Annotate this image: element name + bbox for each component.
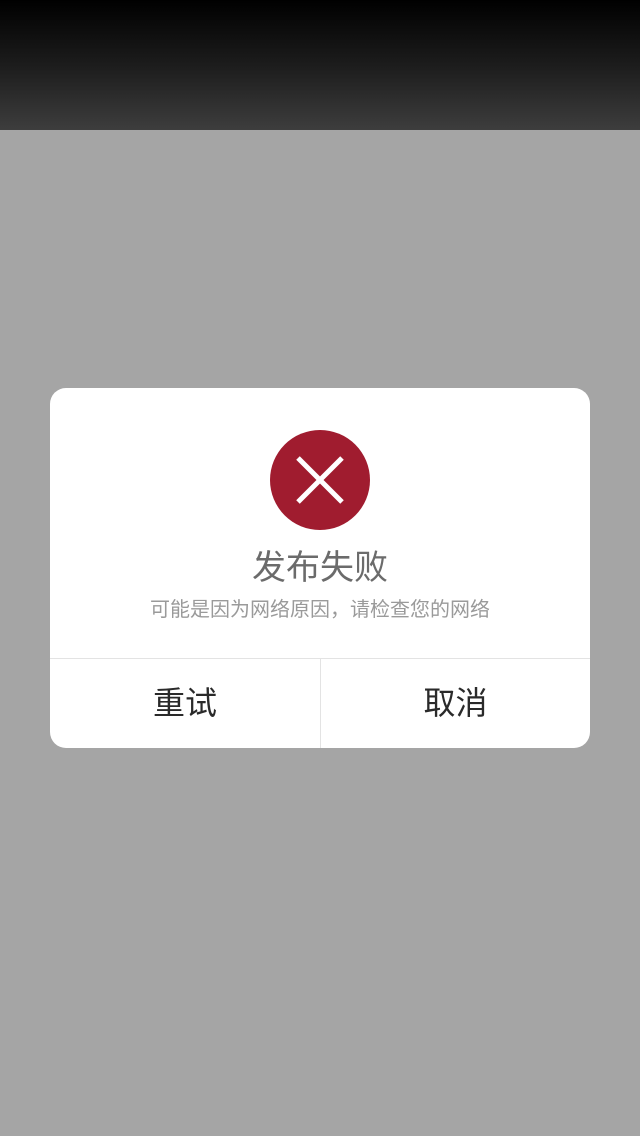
dialog-title: 发布失败: [252, 548, 388, 588]
top-bar: [0, 0, 640, 130]
cancel-button[interactable]: 取消: [321, 659, 590, 748]
retry-button[interactable]: 重试: [50, 659, 320, 748]
publish-failed-dialog: 发布失败 可能是因为网络原因，请检查您的网络 重试 取消: [50, 388, 590, 748]
error-x-icon: [270, 430, 370, 530]
dialog-message: 可能是因为网络原因，请检查您的网络: [150, 597, 490, 621]
